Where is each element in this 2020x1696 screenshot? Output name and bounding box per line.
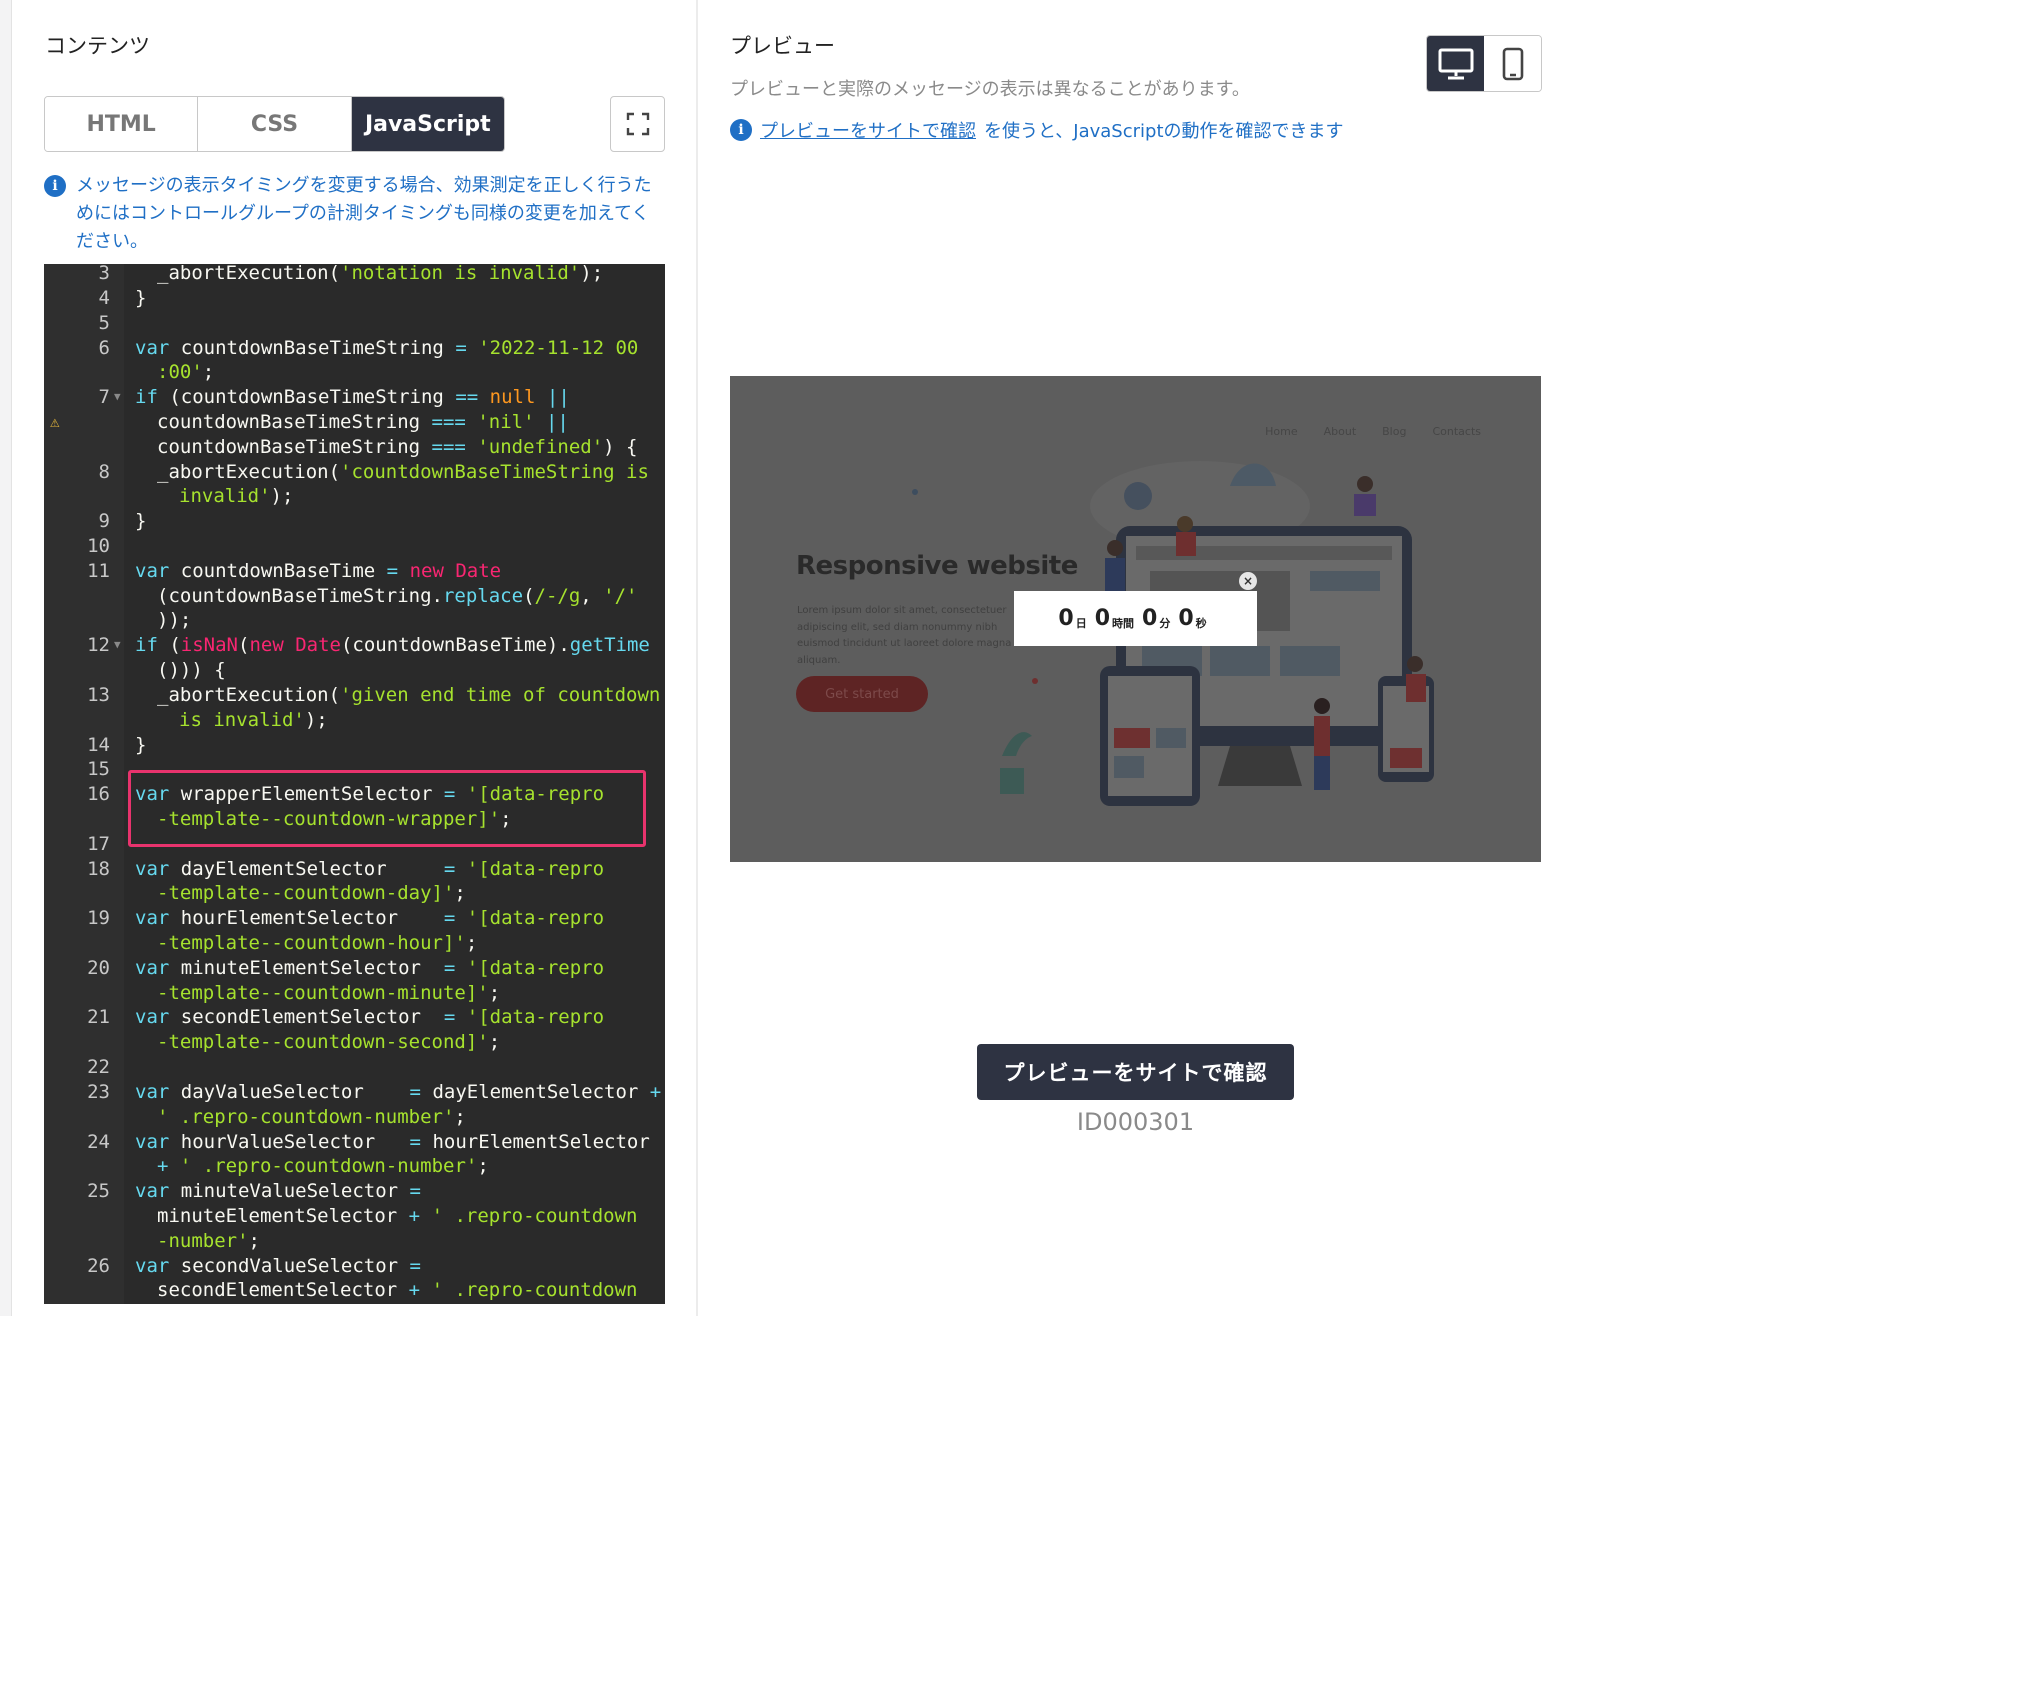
code-line: + ' .repro-countdown-number';	[157, 1155, 489, 1177]
timing-info-text: メッセージの表示タイミングを変更する場合、効果測定を正しく行うためにはコントロー…	[76, 175, 652, 252]
code-line: 5	[98, 312, 110, 334]
preview-link-suffix: を使うと、JavaScriptの動作を確認できます	[984, 121, 1344, 142]
code-line: 14}	[87, 734, 147, 756]
countdown-hours: 0	[1094, 606, 1110, 631]
code-line: is invalid');	[179, 709, 328, 731]
code-line: 6 var countdownBaseTimeString = '2022-11-…	[98, 337, 639, 359]
mobile-icon	[1502, 47, 1523, 80]
mock-site-nav: Home About Blog Contacts	[1265, 425, 1481, 438]
code-line: 18 var dayElementSelector = '[data-repro	[87, 858, 605, 880]
code-line: -number';	[157, 1230, 260, 1252]
code-line: 13 _abortExecution('given end time of cou…	[87, 684, 661, 706]
mobile-view-button[interactable]	[1484, 36, 1541, 91]
code-line: -template--countdown-minute]';	[157, 982, 501, 1004]
mock-nav-blog: Blog	[1382, 425, 1407, 438]
highlight-annotation-box	[128, 770, 646, 847]
code-line: 9}	[98, 510, 147, 532]
code-line: 3 _abortExecution('notation is invalid');	[98, 264, 604, 284]
code-line: 4}	[98, 287, 147, 309]
countdown-seconds-unit: 秒	[1195, 617, 1207, 630]
code-line: 23 var dayValueSelector = dayElementSelec…	[87, 1081, 662, 1103]
info-icon: i	[44, 175, 66, 197]
code-line: 11 var countdownBaseTime = new Date	[87, 560, 502, 582]
code-line: -template--countdown-day]';	[157, 882, 466, 904]
countdown-hours-unit: 時間	[1112, 617, 1134, 630]
code-line: ));	[157, 609, 192, 631]
device-toggle	[1426, 35, 1542, 92]
code-line: 8 _abortExecution('countdownBaseTimeStrin…	[98, 461, 649, 483]
code-line: 24 var hourValueSelector = hourElementSel…	[87, 1131, 650, 1153]
code-line: 26 var secondValueSelector =	[87, 1255, 421, 1277]
code-editor[interactable]: 3 _abortExecution('notation is invalid');…	[44, 264, 665, 1304]
code-line: 10	[87, 535, 110, 557]
message-preview-frame: Home About Blog Contacts Responsive webs…	[730, 376, 1541, 862]
code-line: ())) {	[157, 659, 226, 681]
desktop-icon	[1438, 48, 1473, 79]
fullscreen-button[interactable]	[610, 96, 665, 152]
left-edge-strip	[0, 0, 12, 1316]
fold-arrow-icon: ▼	[114, 390, 121, 403]
code-line: 22	[87, 1056, 110, 1078]
mock-site-cta: Get started	[796, 676, 928, 712]
mock-site-body: Lorem ipsum dolor sit amet, consectetuer…	[797, 605, 1012, 666]
preview-link-row: i プレビューをサイトで確認 を使うと、JavaScriptの動作を確認できます	[730, 117, 1344, 143]
countdown-days-unit: 日	[1075, 617, 1087, 630]
language-tabs: HTML CSS JavaScript	[44, 96, 505, 152]
countdown-minutes: 0	[1142, 606, 1158, 631]
mock-nav-about: About	[1323, 425, 1357, 438]
contents-title: コンテンツ	[45, 34, 150, 58]
timing-info-note: i メッセージの表示タイミングを変更する場合、効果測定を正しく行うためにはコント…	[44, 172, 666, 256]
code-line: -template--countdown-second]';	[157, 1031, 501, 1053]
code-line: -template--countdown-hour]';	[157, 932, 478, 954]
close-icon[interactable]: ×	[1239, 572, 1257, 590]
tab-css[interactable]: CSS	[198, 97, 352, 151]
code-line: (countdownBaseTimeString.replace(/-/g, '…	[157, 585, 638, 607]
info-icon: i	[730, 119, 752, 141]
code-line: 12 ▼ if (isNaN(new Date(countdownBaseTime)…	[87, 634, 650, 656]
countdown-message: 0 日 0 時間 0 分 0 秒	[1014, 591, 1257, 646]
mock-nav-home: Home	[1265, 425, 1298, 438]
mock-site-headline: Responsive website	[796, 551, 1078, 581]
code-line: 25 var minuteValueSelector =	[87, 1180, 421, 1202]
countdown-minutes-unit: 分	[1159, 617, 1171, 630]
mock-nav-contacts: Contacts	[1432, 425, 1481, 438]
preview-title: プレビュー	[730, 34, 835, 58]
code-line: invalid');	[179, 485, 294, 507]
expand-icon	[626, 112, 649, 136]
warning-triangle-icon[interactable]: ⚠	[50, 410, 60, 435]
code-line: :00';	[157, 361, 215, 383]
preview-note: プレビューと実際のメッセージの表示は異なることがあります。	[730, 79, 1250, 100]
code-line: 19 var hourElementSelector = '[data-repro	[87, 907, 605, 929]
preview-on-site-button[interactable]: プレビューをサイトで確認	[977, 1044, 1294, 1100]
code-line: countdownBaseTimeString === 'undefined')…	[157, 436, 638, 458]
tab-javascript[interactable]: JavaScript	[351, 97, 504, 151]
code-line: 21 var secondElementSelector = '[data-rep…	[87, 1006, 605, 1028]
code-line: ⚠ countdownBaseTimeString === 'nil' ||	[50, 410, 569, 435]
panel-divider	[696, 0, 698, 1316]
desktop-view-button[interactable]	[1427, 36, 1484, 91]
fold-arrow-icon: ▼	[114, 638, 121, 651]
code-line: secondElementSelector + ' .repro-countdo…	[157, 1279, 638, 1301]
tab-html[interactable]: HTML	[45, 97, 199, 151]
message-id: ID000301	[1076, 1108, 1195, 1136]
preview-on-site-link[interactable]: プレビューをサイトで確認	[760, 117, 976, 143]
code-line: minuteElementSelector + ' .repro-countdo…	[157, 1205, 638, 1227]
code-line: 20 var minuteElementSelector = '[data-rep…	[87, 957, 605, 979]
countdown-days: 0	[1058, 606, 1074, 631]
code-line: 7 ▼ if (countdownBaseTimeString == null ||	[98, 386, 570, 408]
countdown-seconds: 0	[1178, 606, 1194, 631]
code-line: ' .repro-countdown-number';	[157, 1106, 466, 1128]
